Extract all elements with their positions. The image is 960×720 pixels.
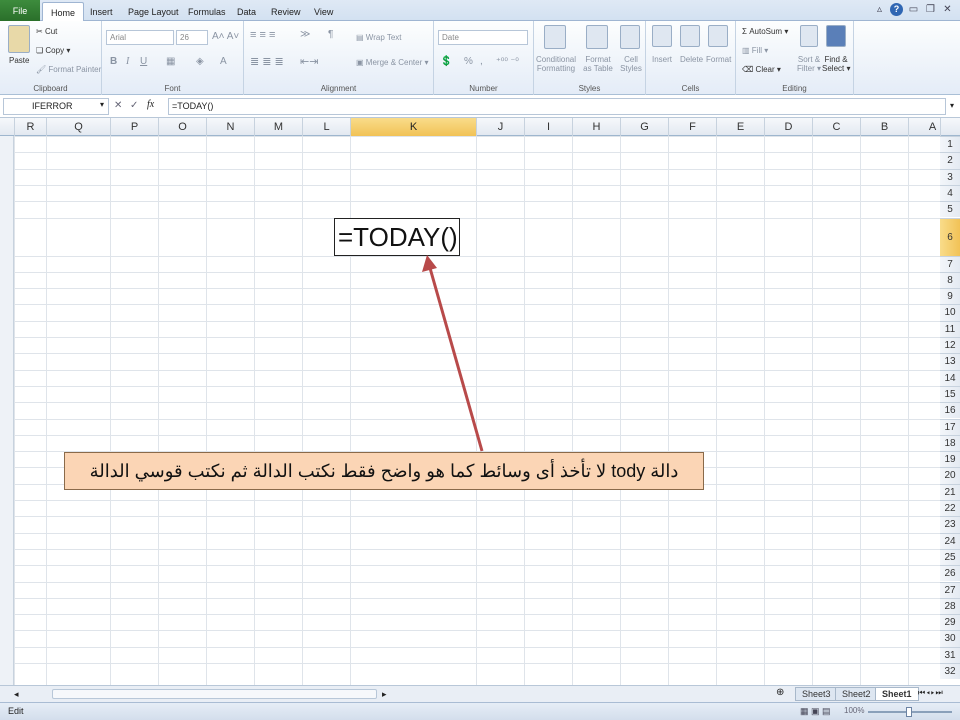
arrow-head-icon <box>422 255 437 272</box>
horizontal-scrollbar[interactable] <box>52 689 377 699</box>
sheet-tab-bar: ◂ ▸ ⊕ Sheet3 Sheet2 Sheet1 ⏮◂▸⏭ <box>0 685 960 702</box>
zoom-level[interactable]: 100% <box>844 706 864 715</box>
status-bar: Edit ▦ ▣ ▤ 100% <box>0 702 960 720</box>
sheet-tab-sheet2[interactable]: Sheet2 <box>835 687 878 701</box>
arrow-shaft <box>428 267 484 452</box>
sheet-nav-icon[interactable]: ⏮◂▸⏭ <box>918 688 944 698</box>
sheet-tab-sheet1[interactable]: Sheet1 <box>875 687 919 701</box>
status-mode: Edit <box>8 706 24 716</box>
insert-sheet-icon[interactable]: ⊕ <box>776 687 784 698</box>
view-buttons-icon[interactable]: ▦ ▣ ▤ <box>800 706 831 717</box>
scroll-right-icon[interactable]: ▸ <box>382 689 387 700</box>
annotation-arrow <box>422 255 484 452</box>
sheet-tab-sheet3[interactable]: Sheet3 <box>795 687 838 701</box>
callout-box: دالة tody لا تأخذ أى وسائط كما هو واضح ف… <box>64 452 704 490</box>
zoom-slider-thumb[interactable] <box>906 707 912 717</box>
scroll-left-icon[interactable]: ◂ <box>14 689 19 700</box>
